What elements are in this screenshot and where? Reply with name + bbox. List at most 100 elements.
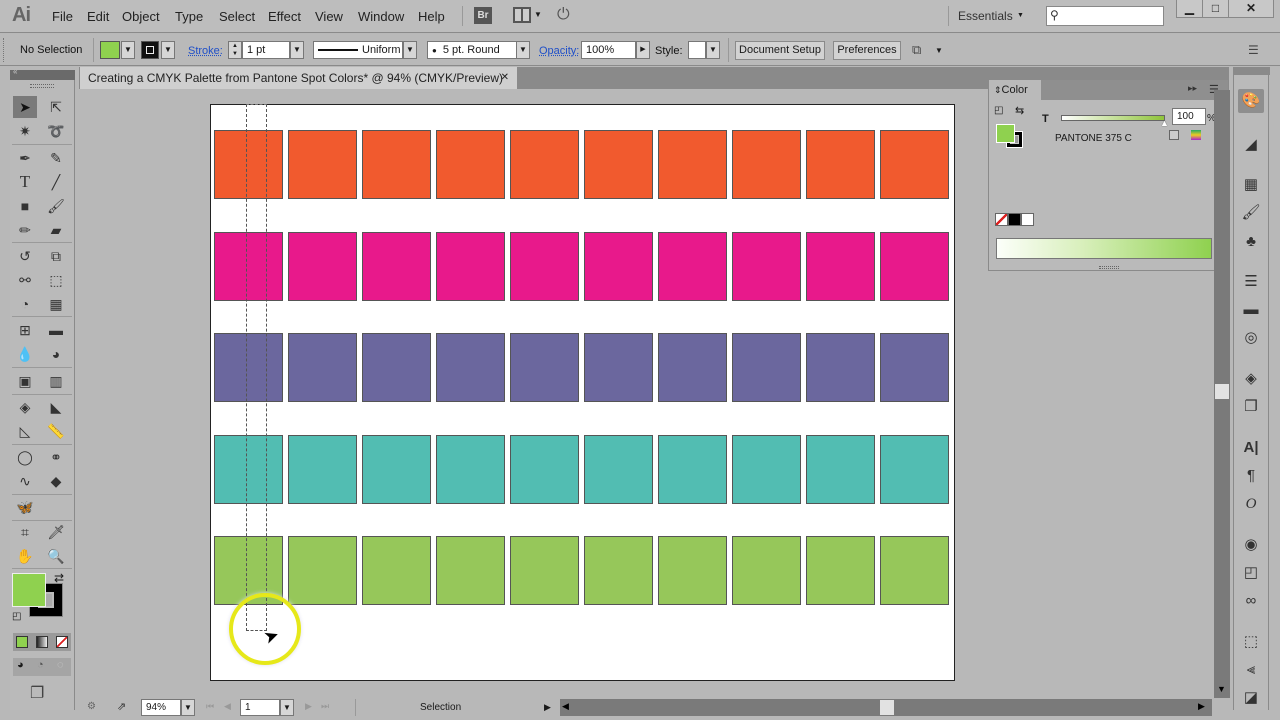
- color-swatch[interactable]: [362, 434, 431, 504]
- tint-ramp[interactable]: [996, 238, 1212, 259]
- chevron-down-icon[interactable]: ▼: [1017, 12, 1024, 19]
- draw-inside-icon[interactable]: ◌: [57, 659, 64, 671]
- link-circles-tool-icon[interactable]: ⚭: [44, 446, 68, 468]
- fill-color-swatch[interactable]: [100, 41, 120, 59]
- slice-tool-icon[interactable]: ◣: [44, 396, 68, 418]
- maximize-button[interactable]: □: [1202, 0, 1229, 18]
- color-swatch[interactable]: [880, 231, 949, 301]
- artboard-crop-icon[interactable]: ⌗: [13, 521, 37, 543]
- color-swatch[interactable]: [806, 130, 875, 199]
- color-swatch[interactable]: [806, 333, 875, 402]
- color-swatch[interactable]: [362, 536, 431, 605]
- opacity-slider-toggle[interactable]: ▶: [636, 41, 650, 59]
- color-swatch[interactable]: [436, 434, 505, 504]
- color-swatch[interactable]: [880, 130, 949, 199]
- rectangle-tool-icon[interactable]: ■: [13, 195, 37, 217]
- paintbrush-tool-icon[interactable]: 🖌: [44, 195, 68, 217]
- color-swatch[interactable]: [510, 333, 579, 402]
- stroke-weight-dropdown[interactable]: ▼: [290, 41, 304, 59]
- color-swatch[interactable]: [732, 333, 801, 402]
- tint-slider[interactable]: [1061, 115, 1165, 121]
- panel-grip[interactable]: [30, 84, 54, 88]
- hand-tool-icon[interactable]: ✋: [13, 545, 37, 567]
- selection-tool-icon[interactable]: ➤: [13, 96, 37, 118]
- color-swatch[interactable]: [436, 333, 505, 402]
- opentype-icon[interactable]: O: [1234, 492, 1268, 516]
- eraser-slice-tool-icon[interactable]: ◺: [13, 420, 37, 442]
- color-swatch[interactable]: [732, 536, 801, 605]
- variable-width-profile[interactable]: Uniform: [313, 41, 403, 59]
- eraser-tool-icon[interactable]: ▰: [44, 219, 68, 241]
- zoom-tool-icon[interactable]: 🔍: [44, 545, 68, 567]
- artboard-tool-icon[interactable]: ◈: [13, 396, 37, 418]
- color-swatch[interactable]: [880, 333, 949, 402]
- menu-help[interactable]: Help: [418, 9, 445, 24]
- ruler-tool-icon[interactable]: 📏: [44, 420, 68, 442]
- close-document-icon[interactable]: ✕: [501, 67, 509, 89]
- help-search-input[interactable]: ⚲: [1046, 6, 1164, 26]
- type-tool-icon[interactable]: T: [13, 171, 37, 193]
- color-swatch[interactable]: [510, 536, 579, 605]
- swatches-icon[interactable]: ▦: [1234, 173, 1268, 197]
- color-swatch[interactable]: [362, 333, 431, 402]
- color-swatch[interactable]: [732, 130, 801, 199]
- out-of-web-gamut-icon[interactable]: [1169, 130, 1179, 140]
- color-mode-spectrum-icon[interactable]: [1191, 130, 1201, 140]
- gradient-mode-button[interactable]: [36, 636, 48, 648]
- magic-wand-tool-icon[interactable]: ✷: [13, 120, 37, 142]
- close-button[interactable]: ✕: [1228, 0, 1274, 18]
- creative-cloud-libraries-icon[interactable]: ∞: [1234, 589, 1268, 613]
- pathfinder-icon[interactable]: ◪: [1234, 686, 1268, 710]
- scroll-right-arrow[interactable]: ▶: [1198, 701, 1205, 712]
- collapse-panel-icon[interactable]: ▸▸: [1188, 83, 1197, 94]
- share-icon[interactable]: ⇗: [117, 700, 126, 713]
- zoom-level-field[interactable]: 94%: [141, 699, 181, 716]
- brushes-icon[interactable]: 🖌: [1234, 201, 1268, 225]
- column-graph-tool-icon[interactable]: ▥: [44, 370, 68, 392]
- color-swatch[interactable]: [658, 231, 727, 301]
- default-fill-stroke-icon[interactable]: ◰: [12, 611, 21, 622]
- color-swatch[interactable]: [288, 434, 357, 504]
- ellipse-anchor-tool-icon[interactable]: ◯: [13, 446, 37, 468]
- arrange-documents-icon[interactable]: [513, 7, 531, 23]
- curvature-tool-icon[interactable]: ✎: [44, 147, 68, 169]
- color-swatch[interactable]: [806, 434, 875, 504]
- opacity-field[interactable]: 100%: [581, 41, 636, 59]
- previous-artboard-button[interactable]: ◀: [224, 701, 231, 712]
- menu-type[interactable]: Type: [175, 9, 203, 24]
- none-swatch[interactable]: [995, 213, 1008, 226]
- path-tool-icon[interactable]: ∿: [13, 470, 37, 492]
- preferences-button[interactable]: Preferences: [833, 41, 901, 60]
- color-swatch[interactable]: [362, 231, 431, 301]
- draw-normal-icon[interactable]: ◕: [17, 659, 24, 671]
- scale-tool-icon[interactable]: ⧉: [44, 245, 68, 267]
- color-swatch[interactable]: [436, 536, 505, 605]
- vertical-scrollbar[interactable]: ▼: [1214, 90, 1230, 698]
- artboard-number-field[interactable]: 1: [240, 699, 280, 716]
- stroke-weight-stepper[interactable]: ▲ ▼: [228, 41, 242, 59]
- gradient-panel-icon[interactable]: ▬: [1234, 298, 1268, 322]
- color-swatch[interactable]: [288, 333, 357, 402]
- character-icon[interactable]: A|: [1234, 436, 1268, 460]
- perspective-grid-tool-icon[interactable]: ▦: [44, 293, 68, 315]
- graphic-style-swatch[interactable]: [688, 41, 706, 59]
- free-transform-tool-icon[interactable]: ⬚: [44, 269, 68, 291]
- swap-fill-stroke-icon[interactable]: ⇄: [54, 571, 64, 585]
- artboard-dropdown[interactable]: ▼: [280, 699, 294, 716]
- align-icon[interactable]: ⫷: [1234, 658, 1268, 682]
- color-swatch[interactable]: [584, 536, 653, 605]
- menu-view[interactable]: View: [315, 9, 343, 24]
- blend-tool-icon[interactable]: ◕: [44, 343, 68, 365]
- color-swatch[interactable]: [584, 434, 653, 504]
- dock-header[interactable]: [1233, 67, 1270, 75]
- menu-edit[interactable]: Edit: [87, 9, 109, 24]
- minimize-button[interactable]: ▁: [1176, 0, 1203, 18]
- swap-colors-icon[interactable]: ⇆: [1015, 104, 1024, 117]
- last-artboard-button[interactable]: ⏭: [321, 701, 329, 712]
- color-swatch[interactable]: [584, 333, 653, 402]
- horizontal-scrollbar[interactable]: ◀ ▶: [560, 699, 1212, 716]
- artboards-icon[interactable]: ❐: [1234, 395, 1268, 419]
- transparency-icon[interactable]: ◎: [1234, 326, 1268, 350]
- style-dropdown[interactable]: ▼: [706, 41, 720, 59]
- panel-menu-icon[interactable]: ☰: [1248, 43, 1259, 57]
